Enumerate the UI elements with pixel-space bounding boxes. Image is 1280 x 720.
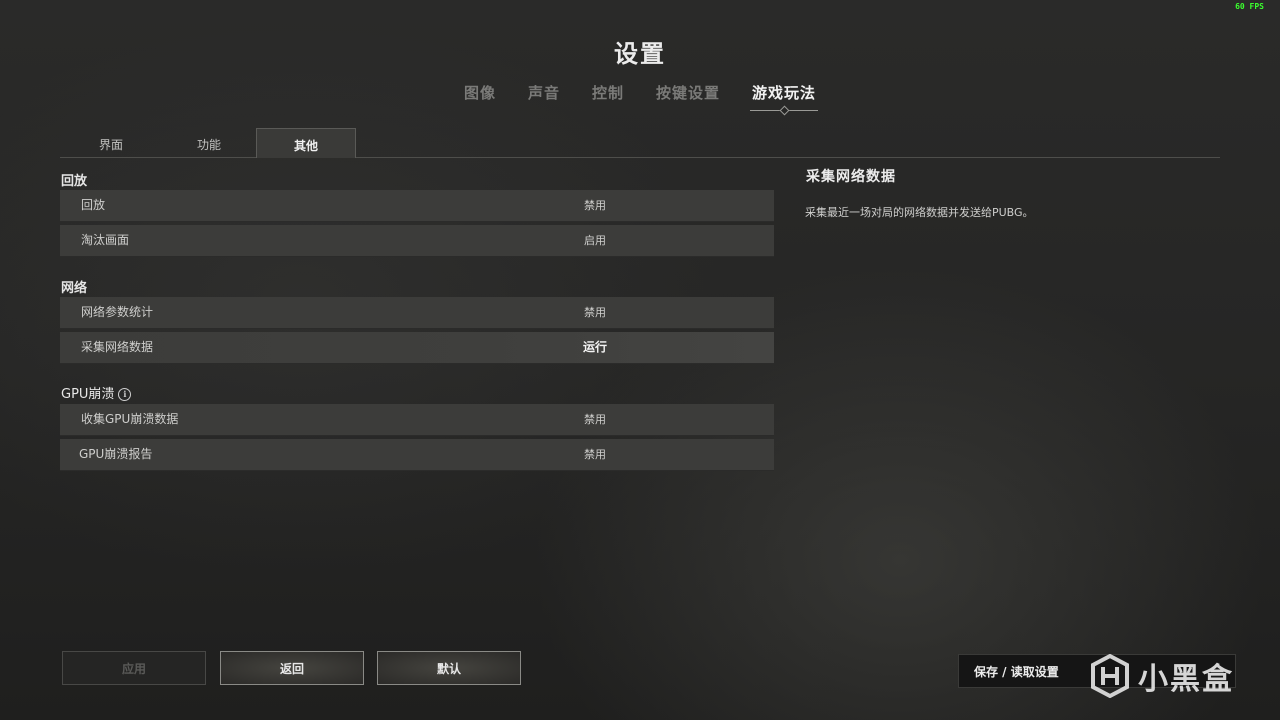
- section-title-gpu-crash: GPU崩溃 i: [61, 383, 132, 402]
- setting-row-death-cam[interactable]: 淘汰画面 启用: [60, 225, 774, 257]
- description-text: 采集最近一场对局的网络数据并发送给PUBG。: [805, 206, 1034, 219]
- watermark-text: 小黑盒: [1138, 662, 1234, 697]
- tab-gameplay[interactable]: 游戏玩法: [750, 82, 819, 116]
- sub-tab-bar: 界面 功能 其他: [60, 128, 1220, 158]
- default-button[interactable]: 默认: [377, 651, 521, 685]
- setting-row-gpu-crash-report[interactable]: GPU崩溃报告 禁用: [60, 439, 774, 471]
- subtab-other[interactable]: 其他: [256, 128, 356, 158]
- setting-label: 采集网络数据: [81, 340, 154, 354]
- tab-label: 控制: [591, 84, 624, 102]
- tab-controls[interactable]: 控制: [592, 82, 624, 107]
- setting-value[interactable]: 禁用: [500, 439, 690, 470]
- tab-graphics[interactable]: 图像: [464, 82, 496, 107]
- setting-row-replay[interactable]: 回放 禁用: [60, 190, 774, 222]
- tab-label: 声音: [527, 84, 560, 102]
- diamond-marker-icon: [779, 105, 790, 116]
- tab-label: 按键设置: [656, 84, 721, 102]
- setting-value[interactable]: 禁用: [500, 190, 690, 221]
- fps-counter: 60 FPS: [1235, 2, 1264, 11]
- setting-value[interactable]: 启用: [500, 225, 690, 256]
- setting-label: 淘汰画面: [81, 233, 130, 247]
- info-icon[interactable]: i: [118, 388, 132, 401]
- setting-row-collect-gpu-crash-data[interactable]: 收集GPU崩溃数据 禁用: [60, 404, 774, 436]
- tab-keybindings[interactable]: 按键设置: [656, 82, 720, 107]
- subtab-interface[interactable]: 界面: [62, 128, 160, 156]
- setting-row-collect-network-data[interactable]: 采集网络数据 运行: [60, 332, 774, 364]
- xiaoheihe-logo-icon: [1091, 654, 1129, 698]
- setting-row-network-stats[interactable]: 网络参数统计 禁用: [60, 297, 774, 329]
- setting-value[interactable]: 禁用: [500, 404, 690, 435]
- setting-value[interactable]: 禁用: [500, 297, 690, 328]
- tab-label: 游戏玩法: [752, 84, 817, 102]
- setting-label: 收集GPU崩溃数据: [81, 412, 179, 426]
- tab-sound[interactable]: 声音: [528, 82, 560, 107]
- back-button[interactable]: 返回: [220, 651, 364, 685]
- page-title: 设置: [614, 40, 666, 68]
- main-tab-bar: 图像 声音 控制 按键设置 游戏玩法: [0, 82, 1280, 116]
- tab-label: 图像: [463, 84, 496, 102]
- description-title: 采集网络数据: [806, 169, 896, 185]
- save-load-label: 保存 / 读取设置: [974, 665, 1059, 679]
- section-title-replay: 回放: [61, 174, 88, 189]
- watermark: 小黑盒: [1090, 652, 1234, 700]
- section-title-network: 网络: [61, 281, 88, 296]
- setting-label: 网络参数统计: [81, 305, 154, 319]
- section-title-text: GPU崩溃: [61, 387, 115, 402]
- setting-label: 回放: [81, 198, 106, 212]
- apply-button[interactable]: 应用: [62, 651, 206, 685]
- subtab-functions[interactable]: 功能: [160, 128, 258, 156]
- setting-label: GPU崩溃报告: [79, 447, 153, 461]
- setting-value[interactable]: 运行: [500, 332, 690, 363]
